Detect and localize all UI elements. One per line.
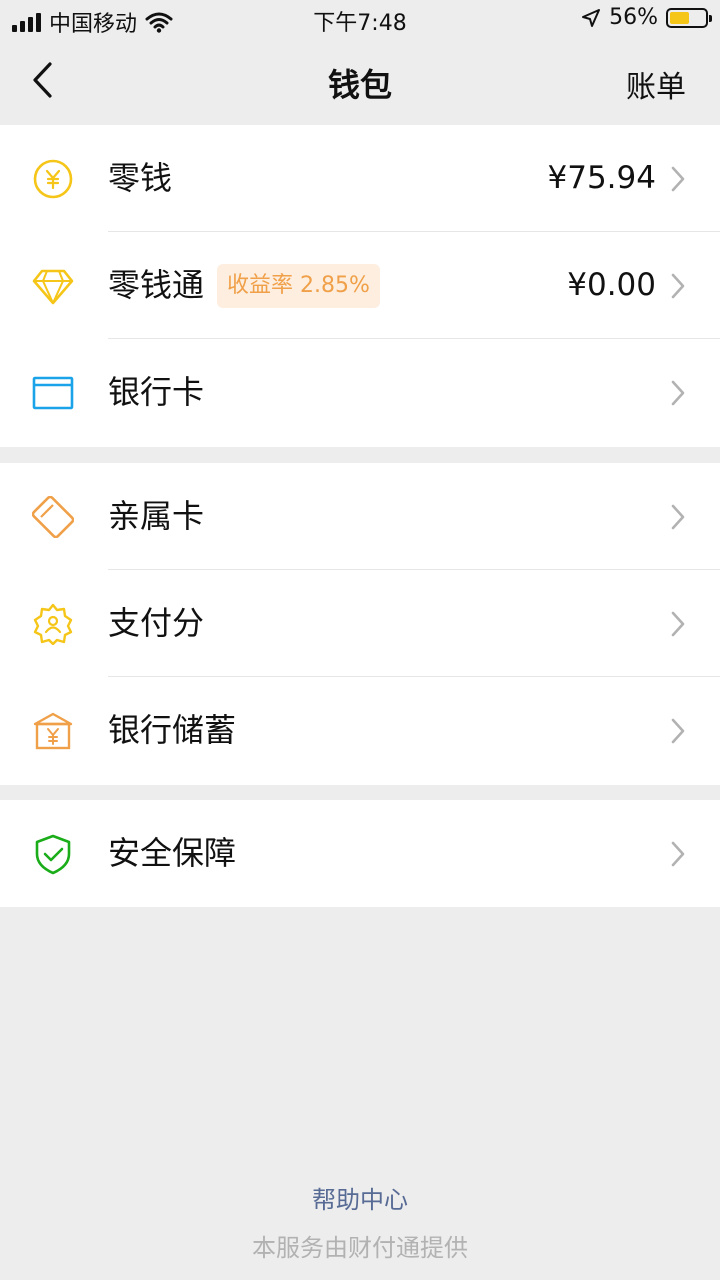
battery-percent: 56% — [609, 5, 658, 30]
chevron-right-icon — [671, 504, 685, 530]
row-lingqiantong[interactable]: 零钱通 收益率 2.85% ¥0.00 — [0, 232, 720, 339]
battery-icon — [666, 7, 712, 28]
chevron-right-icon — [671, 611, 685, 637]
row-label: 安全保障 — [108, 834, 237, 872]
chevron-right-icon — [671, 841, 685, 867]
row-label: 银行卡 — [108, 373, 205, 411]
row-security[interactable]: 安全保障 — [0, 800, 720, 907]
wallet-group-services: 亲属卡 支付分 银行储蓄 — [0, 463, 720, 785]
chevron-right-icon — [671, 273, 685, 299]
chevron-right-icon — [671, 718, 685, 744]
provider-note: 本服务由财付通提供 — [252, 1234, 468, 1262]
row-label: 亲属卡 — [108, 497, 205, 535]
page-title: 钱包 — [327, 66, 392, 104]
family-card-icon — [32, 496, 74, 538]
row-bank-savings[interactable]: 银行储蓄 — [0, 677, 720, 784]
yield-rate-badge: 收益率 2.85% — [217, 264, 380, 308]
bank-savings-icon — [33, 712, 73, 750]
yuan-coin-icon — [33, 159, 73, 199]
nav-bar: 钱包 账单 — [0, 38, 720, 124]
wallet-group-security: 安全保障 — [0, 800, 720, 907]
shield-check-icon — [35, 834, 71, 875]
row-value-change: ¥75.94 — [547, 160, 656, 196]
help-center-link[interactable]: 帮助中心 — [0, 1180, 720, 1215]
row-value-lingqiantong: ¥0.00 — [567, 267, 656, 303]
bill-button[interactable]: 账单 — [626, 62, 686, 106]
wallet-group-funds: 零钱 ¥75.94 零钱通 收益率 2.85% ¥0.00 银行卡 — [0, 125, 720, 447]
row-label: 零钱通 — [108, 266, 205, 304]
row-change[interactable]: 零钱 ¥75.94 — [0, 125, 720, 232]
bank-card-icon — [32, 376, 74, 410]
row-family-card[interactable]: 亲属卡 — [0, 463, 720, 570]
chevron-right-icon — [671, 166, 685, 192]
chevron-right-icon — [671, 380, 685, 406]
location-arrow-icon — [582, 8, 601, 27]
row-bank-card[interactable]: 银行卡 — [0, 339, 720, 446]
status-bar: 中国移动 下午7:48 56% — [0, 0, 720, 38]
row-label: 支付分 — [108, 604, 205, 642]
pay-score-badge-icon — [33, 603, 73, 645]
diamond-icon — [32, 269, 74, 305]
row-pay-score[interactable]: 支付分 — [0, 570, 720, 677]
row-label: 银行储蓄 — [108, 711, 237, 749]
status-right: 56% — [581, 5, 712, 30]
row-label: 零钱 — [108, 159, 173, 197]
